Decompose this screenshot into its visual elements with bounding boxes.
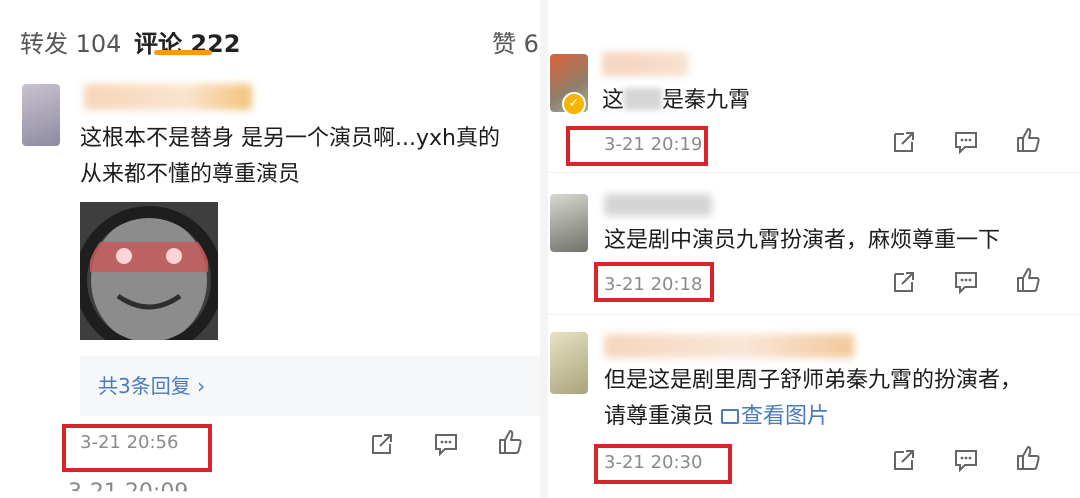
username-blurred [602,52,688,76]
comment-icon[interactable] [432,430,460,458]
left-screenshot: 转发 104 评论 222 赞 6 这根本不是替身 是另一个演员啊...yxh真… [0,0,540,498]
view-image-link[interactable]: 查看图片 [721,404,829,429]
tab-reposts[interactable]: 转发 104 [20,32,121,59]
username-blurred [84,84,252,110]
like-icon[interactable] [1014,266,1042,294]
comment-text: 这是剧中演员九霄扮演者，麻烦尊重一下 [604,228,1001,253]
avatar[interactable] [22,84,60,146]
timestamp-highlight-box [566,126,708,166]
share-icon[interactable] [368,430,396,458]
comment-sticker-image[interactable] [80,202,218,340]
tab-likes[interactable]: 赞 6 [492,32,539,59]
image-icon [721,409,740,424]
like-icon[interactable] [1014,126,1042,154]
tab-bar: 转发 104 评论 222 赞 6 [0,10,540,60]
comment-divider [548,172,1080,173]
timestamp-highlight-box [594,262,714,302]
avatar[interactable] [550,332,588,394]
tab-active-indicator [154,50,212,55]
view-replies-link[interactable]: 共3条回复 › [98,370,205,399]
next-comment-timestamp-partial: 3-21 20:09 [68,480,189,498]
comment-icon[interactable] [952,128,980,156]
comment-icon[interactable] [952,446,980,474]
share-icon[interactable] [890,446,918,474]
timestamp-highlight-box [594,444,732,484]
right-screenshot: ✓ 这是秦九霄 3-21 20:19 这是剧中演员九霄扮演者，麻烦尊重一下 3-… [548,0,1080,498]
avatar[interactable] [550,194,588,252]
like-icon[interactable] [496,428,524,456]
like-icon[interactable] [1014,444,1042,472]
comment-text-line1: 这根本不是替身 是另一个演员啊...yxh真的 [80,126,500,151]
blurred-word [624,88,663,110]
username-blurred [604,194,712,216]
comment-text-line1: 但是这是剧里周子舒师弟秦九霄的扮演者， [604,368,1023,393]
comment-text: 这是秦九霄 [602,88,751,113]
comment-icon[interactable] [952,268,980,296]
verified-badge-icon: ✓ [562,92,586,116]
share-icon[interactable] [890,128,918,156]
view-replies-box[interactable]: 共3条回复 › [80,356,540,416]
timestamp-highlight-box [62,424,212,472]
share-icon[interactable] [890,268,918,296]
panel-gap [540,0,548,498]
comment-text-line2: 从来都不懂的尊重演员 [80,162,301,187]
username-blurred [604,334,854,358]
comment-divider [548,314,1080,315]
comment-text-line2: 请尊重演员 查看图片 [604,404,830,429]
